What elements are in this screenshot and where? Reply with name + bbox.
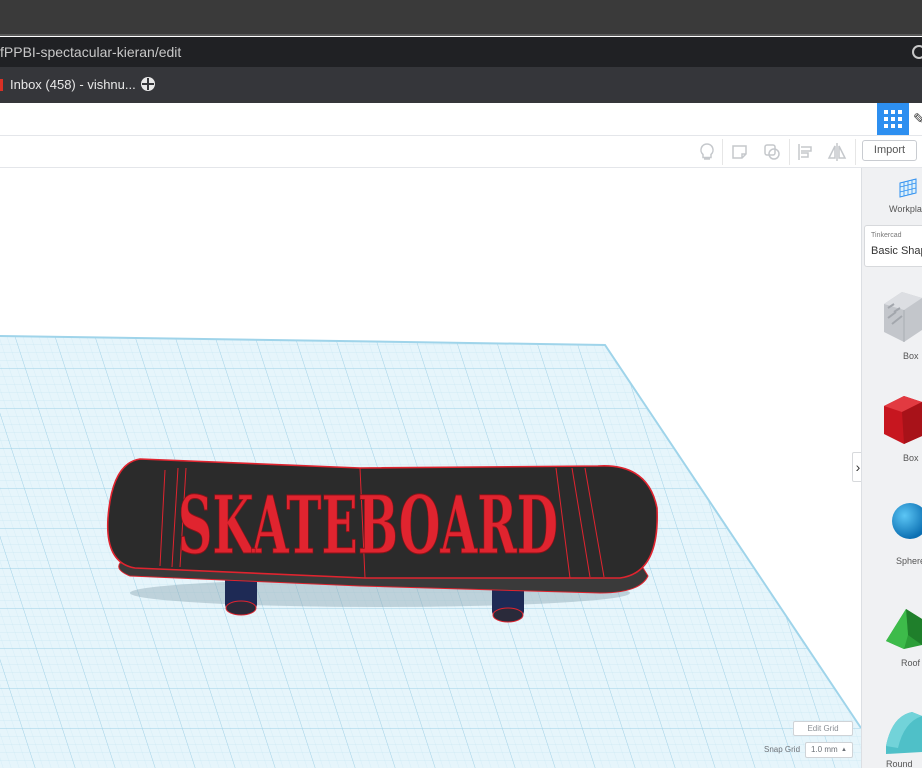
snap-grid-select[interactable]: 1.0 mm ▲	[805, 742, 853, 758]
gmail-icon	[0, 79, 3, 91]
snap-grid-value: 1.0 mm	[811, 745, 838, 754]
toolbar-divider	[789, 139, 790, 165]
workplane-icon[interactable]	[897, 176, 919, 198]
url-text[interactable]: fPPBI-spectacular-kieran/edit	[0, 37, 181, 67]
group-icon[interactable]	[761, 141, 783, 163]
sphere-shape[interactable]	[890, 500, 922, 544]
wheel-right-cap	[492, 607, 524, 623]
browser-tab-strip	[0, 0, 922, 36]
skateboard-text: SKATEBOARD	[178, 478, 558, 572]
tinkercad-window: fPPBI-spectacular-kieran/edit Inbox (458…	[0, 0, 922, 768]
shape-label-roof: Roof	[901, 658, 921, 668]
address-bar[interactable]: fPPBI-spectacular-kieran/edit	[0, 37, 922, 67]
box-hole-shape[interactable]	[884, 290, 922, 346]
mirror-icon[interactable]	[826, 141, 848, 163]
toolbar-divider	[722, 139, 723, 165]
import-button[interactable]: Import	[862, 140, 917, 161]
align-icon[interactable]	[795, 141, 817, 163]
shape-label-box: Box	[903, 453, 919, 463]
pencil-icon[interactable]: ✎	[913, 110, 922, 128]
toolbar	[0, 137, 922, 168]
wheel-left-cap	[225, 600, 257, 616]
zoom-icon[interactable]	[912, 45, 922, 59]
shape-label-round-roof: Round Roof	[886, 760, 913, 768]
grid-view-icon	[884, 110, 888, 114]
3d-viewport[interactable]: SKATEBOARD	[0, 168, 861, 768]
edit-grid-button[interactable]: Edit Grid	[793, 721, 853, 736]
skateboard-model[interactable]: SKATEBOARD	[106, 458, 658, 623]
note-icon[interactable]	[729, 141, 751, 163]
roof-shape[interactable]	[886, 605, 922, 653]
workplane-label[interactable]: Workplane	[889, 204, 922, 214]
lightbulb-icon[interactable]	[696, 141, 718, 163]
box-shape[interactable]	[884, 392, 922, 448]
caret-up-icon: ▲	[841, 747, 847, 753]
round-roof-shape[interactable]	[886, 708, 922, 756]
library-source: Tinkercad	[871, 232, 902, 239]
globe-icon[interactable]	[141, 77, 155, 91]
workplane-canvas[interactable]: SKATEBOARD	[0, 168, 861, 768]
library-name: Basic Shapes	[871, 245, 922, 257]
bookmarks-bar: Inbox (458) - vishnu...	[0, 67, 922, 103]
bookmark-inbox[interactable]: Inbox (458) - vishnu...	[10, 77, 136, 92]
toolbar-divider	[855, 139, 856, 165]
shape-label-sphere: Sphere	[896, 556, 922, 566]
snap-grid-label: Snap Grid	[764, 745, 801, 754]
grid-view-button[interactable]	[877, 103, 909, 135]
app-header	[0, 103, 922, 136]
shape-label-box-hole: Box	[903, 351, 919, 361]
